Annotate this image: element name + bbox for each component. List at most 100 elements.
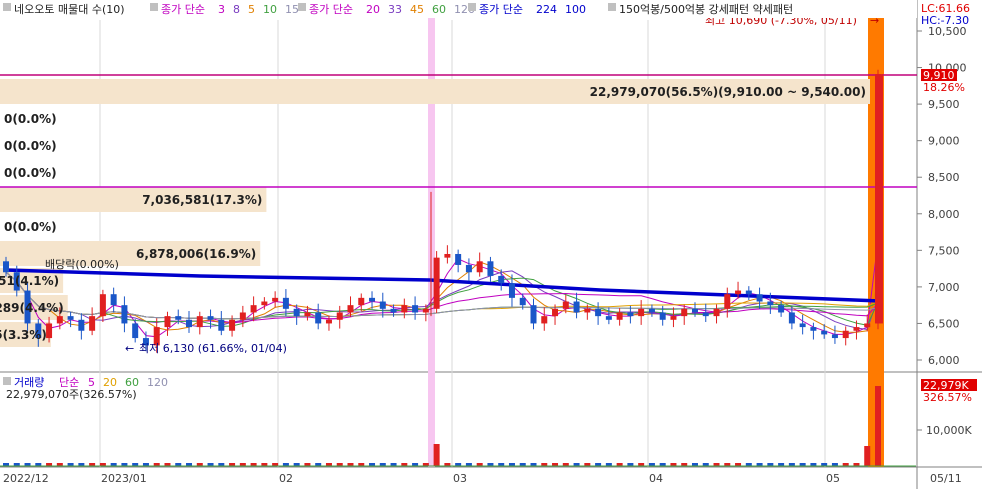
- candle-body: [799, 323, 806, 328]
- current-volume-pct: 326.57%: [923, 391, 972, 404]
- candle-body: [67, 316, 74, 320]
- chart-legend: 네오오토 매물대 수(10) 종가 단순 3 8 5 10 15 종가 단순 20 33 4…: [3, 2, 793, 16]
- candle-body: [691, 308, 698, 313]
- candle-body: [186, 319, 193, 328]
- price-tick-label: 6,000: [928, 354, 960, 367]
- candle-body: [605, 316, 612, 320]
- ma-period-20: 20: [366, 3, 380, 16]
- candle-body: [207, 316, 214, 320]
- candle-body: [336, 312, 343, 320]
- legend-square-icon: [3, 3, 11, 11]
- candle-body: [616, 312, 623, 320]
- candle-body: [659, 312, 666, 320]
- candle-body: [627, 312, 634, 317]
- candle-body: [401, 305, 408, 313]
- candle-body: [735, 290, 742, 295]
- candle-body: [788, 312, 795, 324]
- candle-body: [584, 308, 591, 313]
- candle-body: [670, 316, 677, 320]
- legend-square-icon: [150, 3, 158, 11]
- stock-chart[interactable]: 22,979,070(56.5%)(9,910.00 ~ 9,540.00) 0(…: [0, 0, 982, 489]
- candle-body: [724, 294, 731, 309]
- candle-body: [379, 301, 386, 309]
- volume-ma-period-120: 120: [147, 376, 168, 389]
- candle-body: [573, 301, 580, 313]
- candle-body: [444, 253, 451, 258]
- candle-body: [745, 290, 752, 295]
- candle-body: [476, 261, 483, 273]
- date-label-05: 05: [826, 472, 840, 485]
- profile-label: 7,036,581(17.3%): [142, 193, 262, 207]
- ma-period-60: 60: [432, 3, 446, 16]
- candle-body: [842, 330, 849, 339]
- pattern-legend: 150억봉/500억봉 강세패턴 약세패턴: [619, 2, 793, 16]
- candle-body: [325, 319, 332, 324]
- candle-body: [315, 312, 322, 324]
- candle-body: [272, 297, 279, 302]
- candle-body: [239, 312, 246, 320]
- candle-body: [89, 316, 96, 331]
- legend-square-icon: [468, 3, 476, 11]
- profile-label: 0(0.0%): [4, 112, 57, 126]
- candle-body: [831, 334, 838, 339]
- ma-period-224: 224: [536, 3, 557, 16]
- ma-period-8: 8: [233, 3, 240, 16]
- candle-body: [56, 316, 63, 324]
- candle-body: [487, 261, 494, 276]
- candle-body: [121, 305, 128, 324]
- candle-body-latest: [876, 74, 883, 324]
- profile-label: 1,780,289(4.4%): [0, 301, 64, 315]
- profile-label: 6,878,006(16.9%): [136, 247, 256, 261]
- candle-body: [530, 305, 537, 324]
- candle-body: [821, 330, 828, 335]
- candle-body: [293, 308, 300, 317]
- profile-label: 0(0.0%): [4, 139, 57, 153]
- candle-body: [78, 319, 85, 331]
- date-label-2023-01: 2023/01: [101, 472, 147, 485]
- candle-body: [541, 316, 548, 324]
- ma-group-2-label: 종가 단순: [309, 3, 353, 16]
- candle-body: [46, 323, 53, 339]
- date-label-current: 05/11: [930, 472, 962, 485]
- candle-body: [552, 308, 559, 317]
- candle-body: [767, 301, 774, 306]
- volume-tick-label: 10,000K: [926, 424, 972, 437]
- legend-square-icon: [3, 377, 11, 385]
- candle-body: [810, 327, 817, 331]
- candle-body: [648, 308, 655, 313]
- profile-label: 22,979,070(56.5%)(9,910.00 ~ 9,540.00): [590, 85, 866, 99]
- candle-body: [702, 312, 709, 317]
- dividend-annotation: 배당락(0.00%): [45, 258, 119, 271]
- ma-period-100: 100: [565, 3, 586, 16]
- candle-body: [508, 283, 515, 298]
- volume-bar: [433, 444, 440, 466]
- volume-current: 22,979,070주(326.57%): [6, 388, 137, 401]
- candle-body: [358, 297, 365, 306]
- candle-body: [778, 305, 785, 313]
- candle-body: [756, 294, 763, 302]
- price-tick-label: 6,500: [928, 317, 960, 330]
- legend-square-icon: [298, 3, 306, 11]
- current-price-pct: 18.26%: [923, 81, 965, 94]
- candle-body: [164, 316, 171, 328]
- candle-body: [498, 275, 505, 284]
- candle-body: [864, 323, 871, 328]
- candle-body: [347, 305, 354, 313]
- profile-label: 0(0.0%): [4, 166, 57, 180]
- ma-group-1-label: 종가 단순: [161, 3, 205, 16]
- profile-label: 1,604,451(4.1%): [0, 274, 59, 288]
- candle-body: [304, 312, 311, 317]
- price-tick-label: 8,000: [928, 208, 960, 221]
- candle-body: [282, 297, 289, 309]
- candle-body: [229, 319, 236, 331]
- candle-body: [412, 305, 419, 313]
- candle-body: [562, 301, 569, 309]
- price-tick-label: 8,500: [928, 171, 960, 184]
- date-label-04: 04: [649, 472, 663, 485]
- candle-body: [422, 308, 429, 313]
- date-label-02: 02: [279, 472, 293, 485]
- candle-body: [261, 301, 268, 306]
- low-annotation-arrow: ←: [125, 342, 134, 355]
- candle-body: [3, 261, 9, 273]
- volume-bar: [875, 386, 881, 466]
